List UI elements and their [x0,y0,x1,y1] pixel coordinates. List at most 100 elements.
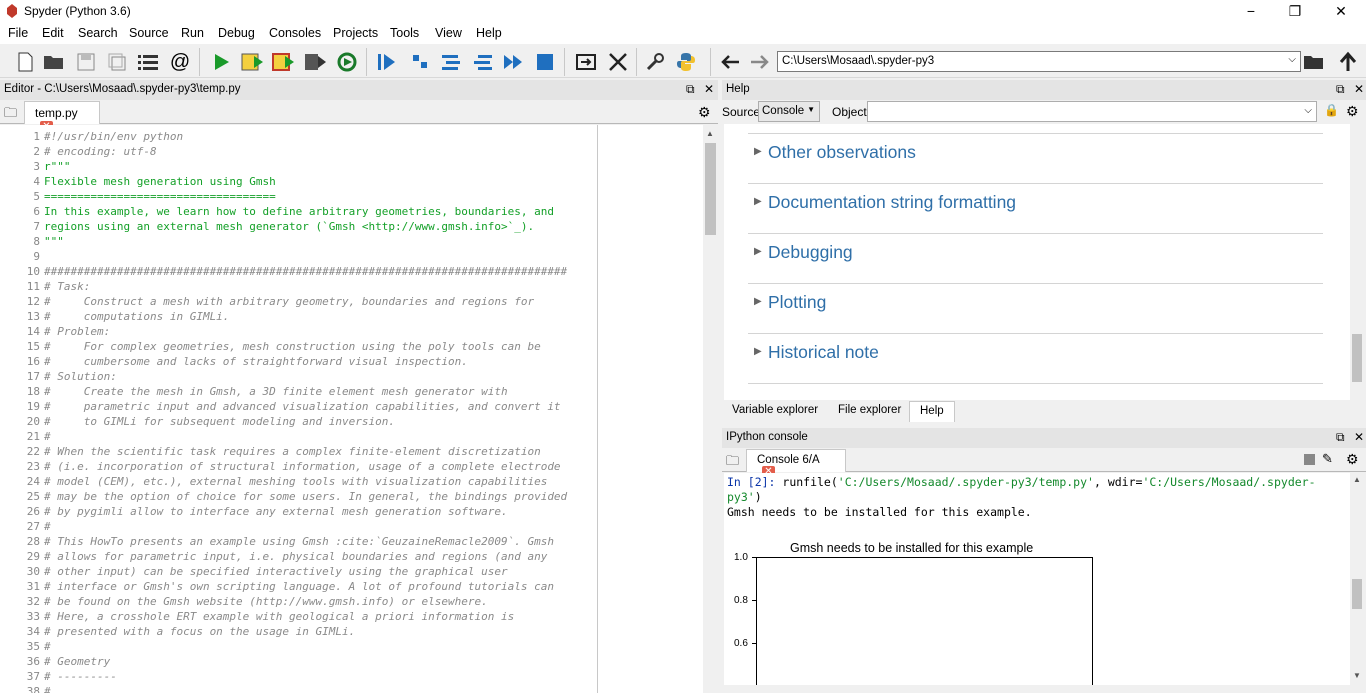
menu-tools[interactable]: Tools [390,26,419,40]
inline-plot: Gmsh needs to be installed for this exam… [724,539,1124,685]
run-cell-icon[interactable] [239,49,265,75]
console-scrollbar[interactable]: ▲ ▼ [1350,473,1364,685]
help-section-docstring-formatting[interactable]: ▶ Documentation string formatting [748,184,1323,234]
browse-folder-icon[interactable] [1302,49,1328,75]
scroll-up-icon[interactable]: ▲ [1353,475,1361,484]
expand-triangle-icon: ▶ [754,296,762,307]
run-selection-icon[interactable] [302,49,328,75]
line-number: 10 [26,265,40,278]
undock-icon[interactable]: ⧉ [1336,430,1345,445]
debug-icon[interactable] [374,49,400,75]
forward-arrow-icon[interactable] [747,49,773,75]
menu-help[interactable]: Help [476,26,502,40]
line-number: 7 [33,220,40,233]
line-number: 18 [26,385,40,398]
line-number: 23 [26,460,40,473]
continue-icon[interactable] [500,49,526,75]
help-scrollbar[interactable] [1350,124,1364,400]
close-pane-icon[interactable]: ✕ [1354,430,1364,444]
gear-icon[interactable]: ⚙ [1346,451,1359,468]
line-number: 15 [26,340,40,353]
save-all-icon[interactable] [104,49,130,75]
close-pane-icon[interactable]: ✕ [1354,82,1364,96]
browse-tabs-icon[interactable]: 🗀 [4,104,17,126]
menu-debug[interactable]: Debug [218,26,255,40]
console-input-line: In [2]: runfile('C:/Users/Mosaad/.spyder… [727,475,1316,490]
line-number: 37 [26,670,40,683]
parent-dir-arrow-icon[interactable] [1335,49,1361,75]
new-file-icon[interactable] [12,49,38,75]
tab-console[interactable]: Console 6/A✕ [746,449,846,479]
object-label: Object [832,105,867,119]
help-section-other-observations[interactable]: ▶ Other observations [748,134,1323,184]
run-icon[interactable] [208,49,234,75]
menu-edit[interactable]: Edit [42,26,64,40]
file-list-icon[interactable] [135,49,161,75]
undock-icon[interactable]: ⧉ [1336,82,1345,97]
browse-tabs-icon[interactable]: 🗀 [726,452,739,474]
menu-view[interactable]: View [435,26,462,40]
scroll-down-icon[interactable]: ▼ [1353,671,1361,680]
menu-file[interactable]: File [8,26,28,40]
menu-projects[interactable]: Projects [333,26,378,40]
scroll-up-icon[interactable]: ▲ [706,129,714,138]
tab-variable-explorer[interactable]: Variable explorer [722,401,828,422]
menu-search[interactable]: Search [78,26,118,40]
close-pane-icon[interactable]: ✕ [704,82,714,96]
editor-scrollbar[interactable]: ▲ [703,125,718,693]
step-into-icon[interactable] [438,49,464,75]
gear-icon[interactable]: ⚙ [1346,103,1359,120]
console-tab-bar: 🗀 Console 6/A✕ ✎ ⚙ [722,448,1366,479]
line-number: 30 [26,565,40,578]
console-code: , wdir= [1093,475,1143,489]
tab-help[interactable]: Help [909,401,955,422]
help-scroll-thumb[interactable] [1352,334,1362,382]
expand-triangle-icon: ▶ [754,246,762,257]
object-combo[interactable]: ⌵ [867,101,1317,122]
step-icon[interactable] [407,49,433,75]
lock-icon[interactable]: 🔒 [1324,103,1339,117]
chevron-down-icon[interactable]: ⌵ [1288,54,1296,65]
help-section-debugging[interactable]: ▶ Debugging [748,234,1323,284]
code-text: # computations in GIMLi. [44,310,230,323]
clear-console-icon[interactable]: ✎ [1322,451,1333,467]
save-icon[interactable] [73,49,99,75]
wrench-icon[interactable] [642,49,668,75]
toolbar-separator [564,48,565,76]
fullscreen-icon[interactable] [605,49,631,75]
expand-triangle-icon: ▶ [754,196,762,207]
undock-icon[interactable]: ⧉ [686,82,695,97]
menu-run[interactable]: Run [181,26,204,40]
help-section-plotting[interactable]: ▶ Plotting [748,284,1323,334]
source-label: Source [722,105,761,119]
code-editor[interactable]: 1 #!/usr/bin/env python 2 # encoding: utf-8… [0,125,703,693]
console-output[interactable]: In [2]: runfile('C:/Users/Mosaad/.spyder… [724,473,1350,685]
maximize-pane-icon[interactable] [573,49,599,75]
help-pane-title: Help ⧉ ✕ [722,80,1366,100]
toolbar-separator [636,48,637,76]
console-scroll-thumb[interactable] [1352,579,1362,609]
stop-debug-icon[interactable] [532,49,558,75]
at-symbol-icon[interactable]: @ [167,49,193,75]
python-path-icon[interactable] [673,49,699,75]
back-arrow-icon[interactable] [717,49,743,75]
source-combo[interactable]: Console ▼ [758,101,820,122]
gear-icon[interactable]: ⚙ [698,104,711,121]
run-cell-advance-icon[interactable] [270,49,296,75]
editor-scroll-thumb[interactable] [705,143,716,235]
tab-file-explorer[interactable]: File explorer [828,401,911,422]
menu-source[interactable]: Source [129,26,169,40]
code-text: # Here, a crosshole ERT example with geo… [44,610,515,623]
minimize-button[interactable]: − [1228,0,1274,22]
rerun-icon[interactable] [334,49,360,75]
tab-temp-py[interactable]: temp.py✕ [24,101,100,135]
open-folder-icon[interactable] [41,49,67,75]
step-return-icon[interactable] [470,49,496,75]
working-directory-combo[interactable]: C:\Users\Mosaad\.spyder-py3 ⌵ [777,51,1301,72]
menu-consoles[interactable]: Consoles [269,26,321,40]
interrupt-kernel-icon[interactable] [1304,454,1315,465]
code-text: # Problem: [44,325,111,338]
close-window-button[interactable]: ✕ [1318,0,1364,22]
maximize-button[interactable]: ❐ [1272,0,1318,22]
help-section-historical-note[interactable]: ▶ Historical note [748,334,1323,384]
